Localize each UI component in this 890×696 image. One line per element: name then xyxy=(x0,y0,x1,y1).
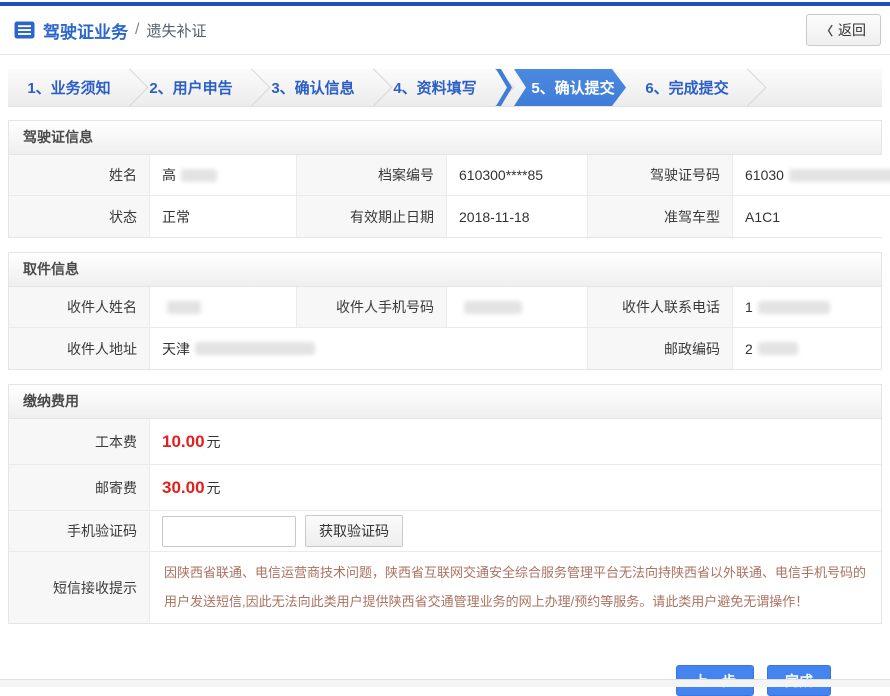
status-value: 正常 xyxy=(150,196,297,237)
name-label: 姓名 xyxy=(9,155,150,196)
redacted-name xyxy=(181,169,217,182)
recipient-phone-label: 收件人联系电话 xyxy=(588,287,733,328)
sms-notice-cell: 因陕西省联通、电信运营商技术问题，陕西省互联网交通安全综合服务管理平台无法向持陕… xyxy=(150,552,881,623)
back-button-label: 返回 xyxy=(838,20,866,40)
get-sms-code-button[interactable]: 获取验证码 xyxy=(305,515,403,547)
footer-actions: 上一步 完成 xyxy=(0,638,890,696)
production-fee-label: 工本费 xyxy=(9,419,150,465)
bottom-page-strip xyxy=(0,679,890,687)
fees-section-title: 缴纳费用 xyxy=(9,385,881,419)
page-title: 驾驶证业务 xyxy=(43,18,128,43)
pickup-info-section: 取件信息 收件人姓名 收件人手机号码 收件人联系电话 1 收件人地址 天津 邮政… xyxy=(8,252,882,370)
postcode-label: 邮政编码 xyxy=(588,328,733,369)
breadcrumb-separator: / xyxy=(135,21,139,39)
production-fee-value: 10.00 元 xyxy=(150,419,881,465)
step-bar-filler xyxy=(748,69,882,106)
back-button[interactable]: 〈 返回 xyxy=(806,14,881,46)
license-info-table: 姓名 高 档案编号 610300****85 驾驶证号码 61030 状态 正常… xyxy=(9,155,881,237)
step-3-confirm-info: 3、确认信息 xyxy=(252,69,374,106)
address-label: 收件人地址 xyxy=(9,328,150,369)
page-header: 驾驶证业务 / 遗失补证 〈 返回 xyxy=(0,6,890,55)
license-info-section: 驾驶证信息 姓名 高 档案编号 610300****85 驾驶证号码 61030… xyxy=(8,120,882,238)
mail-fee-value: 30.00 元 xyxy=(150,465,881,511)
sms-notice-text: 因陕西省联通、电信运营商技术问题，陕西省互联网交通安全综合服务管理平台无法向持陕… xyxy=(164,559,867,616)
active-step-body: 5、确认提交 xyxy=(514,69,626,106)
recipient-mobile-value xyxy=(447,287,588,328)
postcode-value: 2 xyxy=(733,328,881,369)
mail-fee-unit: 元 xyxy=(207,478,221,498)
pickup-section-title: 取件信息 xyxy=(9,253,881,287)
fees-section: 缴纳费用 工本费 10.00 元 邮寄费 30.00 元 手机验证码 获取验证码… xyxy=(8,384,882,624)
redacted-recipient-mobile xyxy=(464,301,522,314)
active-step-arrow-tail xyxy=(496,69,512,106)
production-fee-amount: 10.00 xyxy=(162,432,205,452)
file-no-label: 档案编号 xyxy=(297,155,447,196)
step-1-business-notice: 1、业务须知 xyxy=(8,69,130,106)
license-no-value: 61030 xyxy=(733,155,890,196)
valid-until-value: 2018-11-18 xyxy=(447,196,588,237)
sms-notice-label: 短信接收提示 xyxy=(9,552,150,623)
file-no-value: 610300****85 xyxy=(447,155,588,196)
mail-fee-label: 邮寄费 xyxy=(9,465,150,511)
redacted-recipient-name xyxy=(167,301,201,314)
recipient-phone-value: 1 xyxy=(733,287,881,328)
mail-fee-amount: 30.00 xyxy=(162,478,205,498)
back-chevron-icon: 〈 xyxy=(821,22,833,39)
recipient-name-label: 收件人姓名 xyxy=(9,287,150,328)
status-label: 状态 xyxy=(9,196,150,237)
step-4-fill-info: 4、资料填写 xyxy=(374,69,496,106)
step-wizard: 1、业务须知 2、用户申告 3、确认信息 4、资料填写 5、确认提交 6、完成提… xyxy=(8,69,882,107)
step-5-confirm-submit-current: 5、确认提交 xyxy=(496,69,626,106)
production-fee-unit: 元 xyxy=(207,432,221,452)
redacted-postcode xyxy=(758,342,798,355)
step-6-finish-submit: 6、完成提交 xyxy=(626,69,748,106)
list-form-icon xyxy=(14,21,35,39)
sms-code-input[interactable] xyxy=(162,516,296,547)
address-value: 天津 xyxy=(150,328,588,369)
redacted-recipient-phone xyxy=(758,301,830,314)
step-2-user-declaration: 2、用户申告 xyxy=(130,69,252,106)
name-value: 高 xyxy=(150,155,297,196)
vehicle-class-label: 准驾车型 xyxy=(588,196,733,237)
valid-until-label: 有效期止日期 xyxy=(297,196,447,237)
vehicle-class-value: A1C1 xyxy=(733,196,890,237)
redacted-address xyxy=(195,342,315,355)
pickup-info-table: 收件人姓名 收件人手机号码 收件人联系电话 1 收件人地址 天津 邮政编码 2 xyxy=(9,287,881,369)
page-subtitle: 遗失补证 xyxy=(146,20,206,41)
active-step-label: 5、确认提交 xyxy=(531,77,614,98)
sms-code-label: 手机验证码 xyxy=(9,511,150,552)
license-section-title: 驾驶证信息 xyxy=(9,121,881,155)
license-no-label: 驾驶证号码 xyxy=(588,155,733,196)
sms-code-row: 获取验证码 xyxy=(150,511,881,552)
redacted-license-no xyxy=(789,169,890,182)
recipient-mobile-label: 收件人手机号码 xyxy=(297,287,447,328)
fees-table: 工本费 10.00 元 邮寄费 30.00 元 手机验证码 获取验证码 短信接收… xyxy=(9,419,881,623)
recipient-name-value xyxy=(150,287,297,328)
